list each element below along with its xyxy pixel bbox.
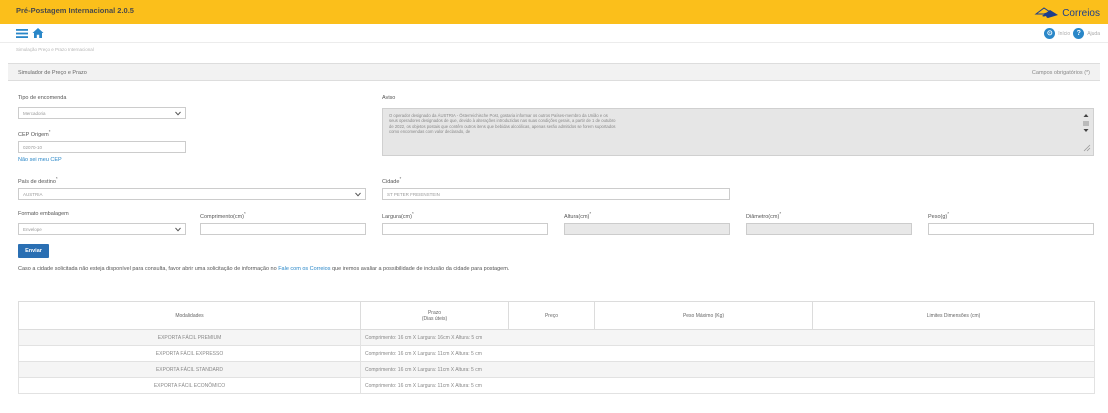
formato-label: Formato embalagem [18, 211, 69, 217]
table-header-row: Modalidades Prazo (Dias úteis) Preço Pes… [18, 301, 1095, 330]
chevron-down-icon [175, 227, 181, 232]
comprimento-input[interactable] [200, 223, 366, 235]
tipo-encomenda-value: Mercadoria [23, 111, 46, 116]
cidade-label: Cidade* [382, 176, 402, 185]
cell-modalidade: EXPORTA FÁCIL ECONÔMICO [18, 377, 361, 394]
fale-com-correios-link[interactable]: Fale com os Correios [278, 266, 330, 272]
correios-logo[interactable]: Correios [1034, 3, 1100, 23]
cep-origem-input[interactable]: 02070-10 [18, 141, 186, 153]
cell-modalidade: EXPORTA FÁCIL STANDARD [18, 361, 361, 378]
peso-input[interactable] [928, 223, 1094, 235]
brand-name: Correios [1062, 7, 1100, 19]
header-peso-maximo: Peso Máximo (Kg) [594, 301, 813, 330]
scrollbar-icon[interactable] [1081, 111, 1091, 153]
nav-bar: ⊙ Início ? Ajuda [0, 24, 1108, 43]
cell-modalidade: EXPORTA FÁCIL EXPRESSO [18, 345, 361, 362]
diametro-label: Diâmetro(cm)* [746, 211, 782, 220]
diametro-input[interactable] [746, 223, 912, 235]
largura-label: Largura(cm)* [382, 211, 414, 220]
pais-destino-value: AUSTRIA [23, 192, 43, 197]
tipo-encomenda-label: Tipo de encomenda [18, 95, 67, 101]
comprimento-label: Comprimento(cm)* [200, 211, 246, 220]
pais-destino-label: País de destino* [18, 176, 58, 185]
largura-input[interactable] [382, 223, 548, 235]
breadcrumb[interactable]: Simulação Preço e Prazo Internacional [16, 47, 94, 52]
correios-logo-icon [1034, 7, 1059, 20]
app-title: Pré-Postagem Internacional 2.0.5 [16, 6, 134, 15]
home-link-label[interactable]: Início [1058, 31, 1070, 37]
info-text-before: Caso a cidade solicitada não esteja disp… [18, 266, 277, 272]
info-message: Caso a cidade solicitada não esteja disp… [18, 266, 509, 272]
altura-input[interactable] [564, 223, 730, 235]
help-link-label[interactable]: Ajuda [1087, 31, 1100, 37]
panel-header: Simulador de Preço e Prazo Campos obriga… [8, 63, 1100, 81]
peso-label: Peso(g)* [928, 211, 950, 220]
user-icon[interactable]: ⊙ [1044, 28, 1056, 39]
table-row: EXPORTA FÁCIL ECONÔMICO Comprimento: 16 … [18, 377, 1095, 394]
cidade-input[interactable]: ST PETER FREIENSTEIN [382, 188, 730, 200]
chevron-down-icon [175, 111, 181, 116]
help-icon[interactable]: ? [1073, 28, 1085, 39]
formato-value: Envelope [23, 227, 42, 232]
altura-label: Altura(cm)* [564, 211, 592, 220]
aviso-textarea[interactable]: O operador designado da ÁUSTRIA - Österr… [382, 108, 1094, 156]
cep-origem-label: CEP Origem* [18, 129, 51, 138]
aviso-text: O operador designado da ÁUSTRIA - Österr… [389, 113, 616, 135]
info-text-after: que iremos avaliar a possibilidade de in… [332, 266, 510, 272]
aviso-label: Aviso [382, 95, 396, 101]
header-prazo: Prazo (Dias úteis) [360, 301, 509, 330]
table-row: EXPORTA FÁCIL EXPRESSO Comprimento: 16 c… [18, 345, 1095, 362]
table-row: EXPORTA FÁCIL PREMIUM Comprimento: 16 cm… [18, 329, 1095, 346]
cep-origem-value: 02070-10 [23, 145, 43, 150]
header-limites: Limites Dimensões (cm) [812, 301, 1095, 330]
cell-prazo: Comprimento: 16 cm X Largura: 11cm X Alt… [360, 377, 1095, 394]
nao-sei-cep-link[interactable]: Não sei meu CEP [18, 157, 62, 163]
formato-select[interactable]: Envelope [18, 223, 186, 235]
cell-prazo: Comprimento: 16 cm X Largura: 16cm X Alt… [360, 329, 1095, 346]
header-prazo-line2: (Dias úteis) [421, 315, 448, 322]
results-table: Modalidades Prazo (Dias úteis) Preço Pes… [18, 301, 1095, 394]
cell-prazo: Comprimento: 16 cm X Largura: 11cm X Alt… [360, 345, 1095, 362]
chevron-down-icon [355, 192, 361, 197]
header-modalidades: Modalidades [18, 301, 361, 330]
cell-modalidade: EXPORTA FÁCIL PREMIUM [18, 329, 361, 346]
nav-right-group: ⊙ Início ? Ajuda [1044, 28, 1100, 39]
table-row: EXPORTA FÁCIL STANDARD Comprimento: 16 c… [18, 361, 1095, 378]
enviar-button[interactable]: Enviar [18, 244, 49, 258]
header-preco: Preço [508, 301, 595, 330]
required-fields-note: Campos obrigatórios (*) [1031, 70, 1090, 76]
menu-icon[interactable] [16, 29, 28, 38]
cell-prazo: Comprimento: 16 cm X Largura: 11cm X Alt… [360, 361, 1095, 378]
panel-title: Simulador de Preço e Prazo [18, 70, 87, 76]
top-bar: Pré-Postagem Internacional 2.0.5 Correio… [0, 0, 1108, 24]
cidade-value: ST PETER FREIENSTEIN [387, 192, 440, 197]
tipo-encomenda-select[interactable]: Mercadoria [18, 107, 186, 119]
home-icon[interactable] [32, 27, 44, 39]
pais-destino-select[interactable]: AUSTRIA [18, 188, 366, 200]
